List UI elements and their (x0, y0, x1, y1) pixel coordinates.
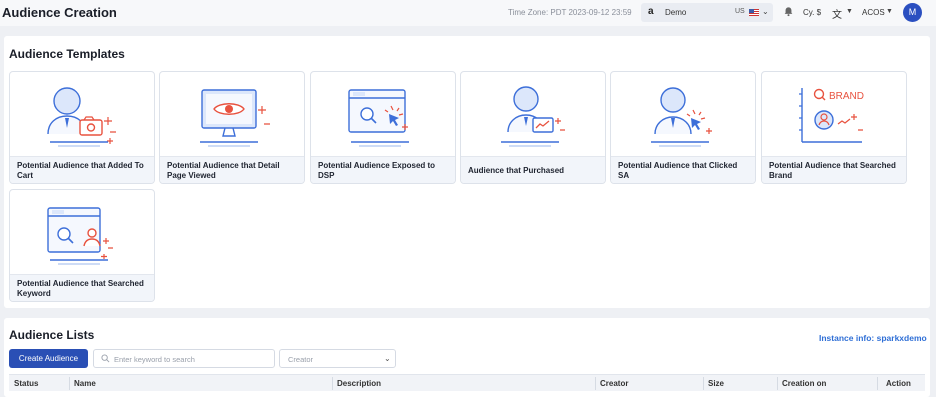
template-card-label: Potential Audience that Added To Cart (10, 156, 154, 183)
amazon-logo-icon: a (648, 6, 654, 17)
top-bar: Audience Creation Time Zone: PDT 2023-09… (0, 0, 936, 26)
column-divider (703, 377, 704, 390)
search-placeholder: Enter keyword to search (114, 355, 195, 364)
chevron-down-icon[interactable]: ▼ (886, 8, 893, 15)
template-card-added-to-cart[interactable]: Potential Audience that Added To Cart (9, 71, 155, 184)
monitor-eye-icon (200, 89, 270, 147)
column-action[interactable]: Action (886, 379, 911, 388)
column-divider (777, 377, 778, 390)
person-laptop-icon (501, 86, 565, 147)
creator-select[interactable]: Creator ⌄ (279, 349, 396, 368)
template-card-label: Potential Audience that Detail Page View… (160, 156, 304, 183)
table-header: Status Name Description Creator Size Cre… (9, 374, 925, 391)
template-card-clicked-sa[interactable]: Potential Audience that Clicked SA (610, 71, 756, 184)
metric-selector[interactable]: ACOS (862, 8, 885, 17)
column-size[interactable]: Size (708, 379, 724, 388)
chevron-down-icon: ⌄ (384, 354, 391, 363)
chevron-down-icon[interactable]: ▼ (846, 8, 853, 15)
template-card-exposed-to-dsp[interactable]: Potential Audience Exposed to DSP (310, 71, 456, 184)
timezone-label: Time Zone: PDT 2023-09-12 23:59 (508, 8, 632, 17)
template-card-searched-brand[interactable]: BRAND Potential Audience that Searched B… (761, 71, 907, 184)
template-card-label: Audience that Purchased (461, 156, 605, 183)
bell-icon[interactable] (783, 6, 794, 17)
templates-title: Audience Templates (9, 47, 125, 61)
template-card-detail-page-viewed[interactable]: Potential Audience that Detail Page View… (159, 71, 305, 184)
column-divider (69, 377, 70, 390)
store-country: US (735, 8, 745, 15)
store-name: Demo (665, 8, 687, 17)
person-click-icon (651, 87, 712, 147)
person-camera-icon (47, 87, 116, 147)
browser-search-click-icon (348, 89, 409, 147)
column-divider (877, 377, 878, 390)
lists-title: Audience Lists (9, 328, 95, 342)
page-title: Audience Creation (2, 5, 117, 20)
template-card-label: Potential Audience that Searched Keyword (10, 274, 154, 301)
audience-lists-panel: Audience Lists Instance info: sparkxdemo… (4, 318, 930, 397)
template-card-purchased[interactable]: Audience that Purchased (460, 71, 606, 184)
creator-placeholder: Creator (288, 355, 314, 364)
us-flag-icon (749, 9, 759, 16)
template-card-label: Potential Audience Exposed to DSP (311, 156, 455, 183)
store-selector[interactable]: a Demo US ⌄ (641, 3, 773, 22)
column-creation-on[interactable]: Creation on (782, 379, 826, 388)
brand-search-chart-icon: BRAND (799, 88, 864, 143)
column-divider (332, 377, 333, 390)
column-divider (595, 377, 596, 390)
instance-info-link[interactable]: Instance info: sparkxdemo (819, 333, 927, 343)
create-audience-button[interactable]: Create Audience (9, 349, 88, 368)
browser-search-person-icon (47, 207, 113, 265)
search-icon (101, 354, 110, 363)
brand-illustration-text: BRAND (829, 91, 864, 102)
column-description[interactable]: Description (337, 379, 381, 388)
template-card-label: Potential Audience that Clicked SA (611, 156, 755, 183)
avatar[interactable]: M (903, 3, 922, 22)
audience-templates-panel: Audience Templates Potential Audience th… (4, 36, 930, 308)
chevron-down-icon: ⌄ (762, 7, 769, 16)
translate-icon[interactable]: 文 (832, 6, 842, 21)
template-card-label: Potential Audience that Searched Brand (762, 156, 906, 183)
column-status[interactable]: Status (14, 379, 38, 388)
column-name[interactable]: Name (74, 379, 96, 388)
template-card-searched-keyword[interactable]: Potential Audience that Searched Keyword (9, 189, 155, 302)
column-creator[interactable]: Creator (600, 379, 628, 388)
search-input[interactable]: Enter keyword to search (93, 349, 275, 368)
currency-selector[interactable]: Cy. $ (803, 8, 821, 17)
